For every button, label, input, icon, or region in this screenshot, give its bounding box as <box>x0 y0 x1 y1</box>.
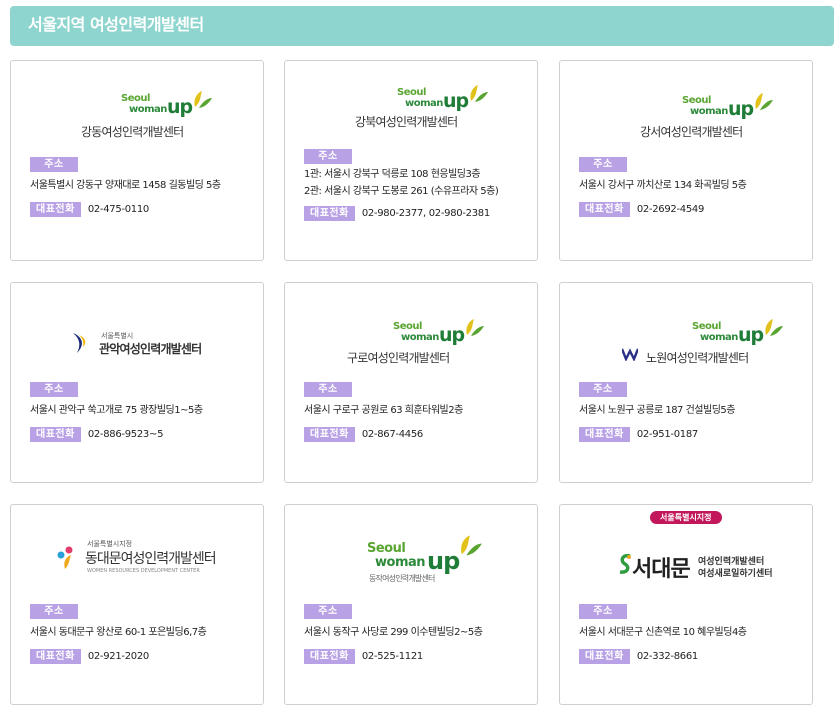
phone-number[interactable]: 02-332-8661 <box>637 651 698 662</box>
address-text: 서울시 노원구 공릉로 187 건설빌딩5층 <box>579 405 735 416</box>
center-logo: Seoul woman up 동작여성인력개발센터 <box>285 505 537 590</box>
seodaemun-logo-icon <box>619 553 631 574</box>
address-text: 서울시 서대문구 신촌역로 10 혜우빌딩4층 <box>579 627 747 638</box>
address-text: 2관: 서울시 강북구 도봉로 261 (수유프라자 5층) <box>304 186 499 197</box>
phone-label: 대표전화 <box>579 202 630 217</box>
phone-label: 대표전화 <box>304 427 355 442</box>
address-text: 1관: 서울시 강북구 덕릉로 108 현응빌딩3층 <box>304 169 481 180</box>
leaf-icon <box>470 85 488 102</box>
phone-number[interactable]: 02-921-2020 <box>88 651 149 662</box>
address-label: 주소 <box>30 604 78 619</box>
center-card-dongjak[interactable]: Seoul woman up 동작여성인력개발센터 주소 서울시 동작구 사당로… <box>284 504 538 705</box>
phone-label: 대표전화 <box>30 427 81 442</box>
phone-number[interactable]: 02-951-0187 <box>637 429 698 440</box>
designation-badge: 서울특별시지정 <box>650 511 722 524</box>
leaf-icon <box>765 319 783 336</box>
center-logo: 서울특별시지정 동대문여성인력개발센터 WOMEN RESOURCES DEVE… <box>11 505 263 590</box>
leaf-icon <box>466 319 484 336</box>
phone-label: 대표전화 <box>579 649 630 664</box>
address-label: 주소 <box>304 382 352 397</box>
phone-label: 대표전화 <box>30 649 81 664</box>
address-text: 서울시 동작구 사당로 299 이수텐빌딩2~5층 <box>304 627 483 638</box>
center-card-nowon[interactable]: Seoul woman up 노원여성인력개발센터 주소 서울시 노원구 공릉로… <box>559 282 813 483</box>
leaf-icon <box>461 535 482 556</box>
address-label: 주소 <box>579 157 627 172</box>
phone-number[interactable]: 02-475-0110 <box>88 204 149 215</box>
phone-label: 대표전화 <box>304 206 355 221</box>
phone-number[interactable]: 02-980-2377, 02-980-2381 <box>362 208 490 219</box>
phone-number[interactable]: 02-886-9523~5 <box>88 429 164 440</box>
address-label: 주소 <box>579 382 627 397</box>
nowon-emblem-icon <box>622 348 638 361</box>
gwanak-logo-icon <box>73 333 86 353</box>
center-logo: Seoul woman up 강서여성인력개발센터 <box>560 61 812 146</box>
center-card-gangdong[interactable]: Seoul woman up 강동여성인력개발센터 주소 서울특별시 강동구 양… <box>10 60 264 261</box>
phone-number[interactable]: 02-525-1121 <box>362 651 423 662</box>
leaf-icon <box>194 91 212 108</box>
address-text: 서울시 동대문구 왕산로 60-1 포은빌딩6,7층 <box>30 627 207 638</box>
leaf-icon <box>755 93 773 110</box>
address-text: 서울특별시 강동구 양재대로 1458 길동빌딩 5층 <box>30 180 221 191</box>
address-label: 주소 <box>304 149 352 164</box>
address-text: 서울시 강서구 까치산로 134 화곡빌딩 5층 <box>579 180 747 191</box>
center-card-gangseo[interactable]: Seoul woman up 강서여성인력개발센터 주소 서울시 강서구 까치산… <box>559 60 813 261</box>
phone-label: 대표전화 <box>30 202 81 217</box>
center-logo: Seoul woman up 강동여성인력개발센터 <box>11 61 263 146</box>
dongdaemun-logo-icon <box>57 546 73 569</box>
phone-number[interactable]: 02-867-4456 <box>362 429 423 440</box>
center-logo: Seoul woman up 노원여성인력개발센터 <box>560 283 812 368</box>
center-card-gangbuk[interactable]: Seoul woman up 강북여성인력개발센터 주소 1관: 서울시 강북구… <box>284 60 538 261</box>
center-card-gwanak[interactable]: 서울특별시 관악여성인력개발센터 주소 서울시 관악구 쑥고개로 75 광장빌딩… <box>10 282 264 483</box>
center-logo: Seoul woman up 강북여성인력개발센터 <box>285 61 537 146</box>
center-logo: 서울특별시지정 서대문 여성인력개발센터 여성새로일하기센터 <box>560 505 812 590</box>
phone-label: 대표전화 <box>579 427 630 442</box>
phone-label: 대표전화 <box>304 649 355 664</box>
phone-number[interactable]: 02-2692-4549 <box>637 204 705 215</box>
page-title: 서울지역 여성인력개발센터 <box>10 6 834 46</box>
center-logo: 서울특별시 관악여성인력개발센터 <box>11 283 263 368</box>
address-label: 주소 <box>304 604 352 619</box>
address-text: 서울시 관악구 쑥고개로 75 광장빌딩1~5층 <box>30 405 203 416</box>
center-card-dongdaemun[interactable]: 서울특별시지정 동대문여성인력개발센터 WOMEN RESOURCES DEVE… <box>10 504 264 705</box>
address-text: 서울시 구로구 공원로 63 희훈타워빌2층 <box>304 405 463 416</box>
address-label: 주소 <box>30 157 78 172</box>
address-label: 주소 <box>30 382 78 397</box>
center-card-guro[interactable]: Seoul woman up 구로여성인력개발센터 주소 서울시 구로구 공원로… <box>284 282 538 483</box>
address-label: 주소 <box>579 604 627 619</box>
center-logo: Seoul woman up 구로여성인력개발센터 <box>285 283 537 368</box>
center-card-seodaemun[interactable]: 서울특별시지정 서대문 여성인력개발센터 여성새로일하기센터 주소 서울시 서대… <box>559 504 813 705</box>
